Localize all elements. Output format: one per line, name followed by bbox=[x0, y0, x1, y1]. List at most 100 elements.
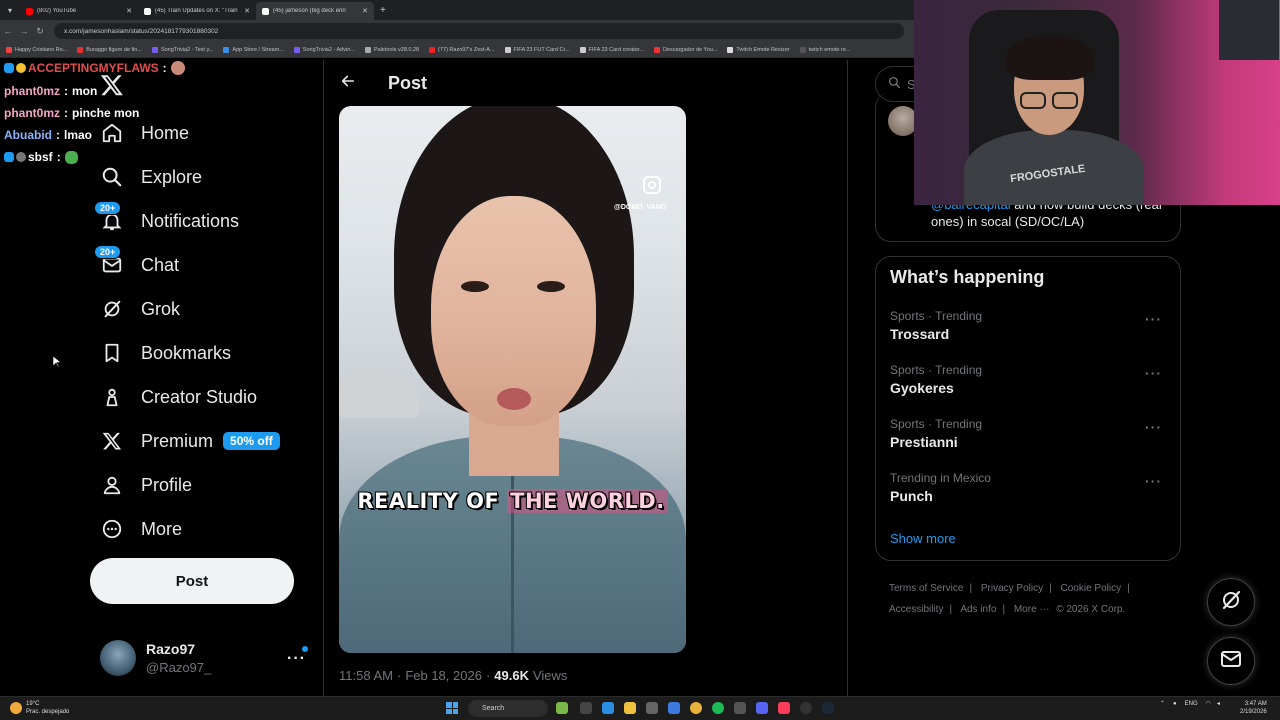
bookmark-item[interactable]: FIFA 23 Card creator... bbox=[579, 46, 644, 53]
post-time[interactable]: 11:58 AM bbox=[339, 668, 393, 683]
bookmark-item[interactable]: SongTrivia2 - Advin... bbox=[293, 46, 355, 53]
discord-icon[interactable] bbox=[756, 702, 768, 714]
windows-start-icon[interactable] bbox=[446, 702, 458, 714]
taskbar-app-icon[interactable] bbox=[646, 702, 658, 714]
trend-item[interactable]: Sports · Trending Prestianni ··· bbox=[890, 417, 1170, 450]
back-arrow-icon[interactable] bbox=[340, 73, 360, 94]
more-dots-icon[interactable]: ··· bbox=[1145, 473, 1162, 489]
music-icon[interactable] bbox=[778, 702, 790, 714]
footer-terms-link[interactable]: Terms of Service bbox=[889, 583, 963, 594]
chat-badge-icon bbox=[4, 152, 14, 162]
x-logo-icon[interactable] bbox=[100, 73, 124, 104]
volume-icon[interactable]: ◂ bbox=[1217, 700, 1220, 707]
bookmark-item[interactable]: (77) Razo97's Zest-A... bbox=[429, 46, 495, 53]
chat-message: pinche mon bbox=[72, 106, 140, 120]
bookmark-item[interactable]: Twitch Emote Resizer bbox=[727, 46, 790, 53]
nav-bookmarks[interactable]: Bookmarks bbox=[100, 338, 231, 368]
bookmark-item[interactable]: twitch emote re... bbox=[799, 46, 851, 53]
bookmark-item[interactable]: FIFA 23 FUT Card Cr... bbox=[504, 46, 570, 53]
language-indicator[interactable]: ENG bbox=[1185, 701, 1198, 707]
nav-more[interactable]: More bbox=[100, 514, 182, 544]
new-tab-button[interactable]: + bbox=[380, 5, 386, 16]
nav-premium[interactable]: Premium 50% off bbox=[100, 426, 280, 456]
video-zipper-shape bbox=[511, 446, 514, 653]
home-icon bbox=[100, 121, 124, 145]
show-more-link[interactable]: Show more bbox=[890, 531, 956, 546]
account-switcher[interactable]: Razo97 @Razo97_ ··· bbox=[100, 638, 312, 678]
bookmark-item[interactable]: Buraggo figure de fin... bbox=[77, 46, 142, 53]
trend-item[interactable]: Sports · Trending Trossard ··· bbox=[890, 309, 1170, 342]
back-nav-icon[interactable]: ← bbox=[0, 26, 16, 36]
obs-icon[interactable] bbox=[800, 702, 812, 714]
chat-badge-icon bbox=[16, 152, 26, 162]
close-tab-icon[interactable]: ✕ bbox=[126, 7, 132, 15]
task-view-icon[interactable] bbox=[580, 702, 592, 714]
chrome-icon[interactable] bbox=[690, 702, 702, 714]
bookmark-item[interactable]: Descargador de You... bbox=[653, 46, 717, 53]
trend-item[interactable]: Trending in Mexico Punch ··· bbox=[890, 471, 1170, 504]
taskbar-app-icon[interactable] bbox=[734, 702, 746, 714]
footer-more-link[interactable]: More ··· bbox=[1014, 604, 1050, 615]
microphone-icon[interactable]: ● bbox=[1173, 701, 1177, 707]
more-dots-icon[interactable]: ··· bbox=[1145, 311, 1162, 327]
taskbar-app-icon[interactable] bbox=[556, 702, 568, 714]
steam-icon[interactable] bbox=[822, 702, 834, 714]
nav-label: Creator Studio bbox=[141, 386, 258, 407]
close-tab-icon[interactable]: ✕ bbox=[362, 7, 368, 15]
chat-badge: 20+ bbox=[94, 245, 122, 259]
chat-line: phant0mz : pinche mon bbox=[4, 106, 139, 120]
more-dots-icon[interactable]: ··· bbox=[1145, 365, 1162, 381]
nav-notifications[interactable]: 20+ Notifications bbox=[94, 201, 239, 236]
trend-name: Trossard bbox=[890, 326, 950, 342]
trend-category: Sports · Trending bbox=[890, 363, 983, 377]
glasses-lens-shape bbox=[1052, 92, 1078, 109]
nav-creator-studio[interactable]: Creator Studio bbox=[100, 382, 257, 412]
bookmark-favicon-icon bbox=[504, 46, 511, 53]
chat-separator: : bbox=[56, 150, 61, 164]
nav-explore[interactable]: Explore bbox=[100, 162, 202, 192]
footer-ads-link[interactable]: Ads info bbox=[960, 604, 996, 615]
browser-tab-x-train[interactable]: (45) Train Updates on X: "Train ✕ bbox=[138, 2, 256, 20]
tab-title: (802) YouTube bbox=[37, 8, 77, 14]
bookmark-item[interactable]: Paletools v28.0.28 bbox=[364, 46, 419, 53]
glasses-lens-shape bbox=[1020, 92, 1046, 109]
video-caption: REALITY OF THE WORLD. bbox=[339, 489, 686, 513]
nav-grok[interactable]: Grok bbox=[100, 294, 180, 324]
taskbar-app-icon[interactable] bbox=[668, 702, 680, 714]
nav-chat[interactable]: 20+ Chat bbox=[94, 245, 179, 280]
bookmark-item[interactable]: App Store / Stream... bbox=[223, 46, 284, 53]
tray-chevron-icon[interactable]: ⌃ bbox=[1160, 700, 1165, 707]
browser-tab-x-jameson[interactable]: (45) jameson (big deck enn ✕ bbox=[256, 2, 374, 20]
reload-icon[interactable]: ↻ bbox=[32, 26, 48, 37]
post-date[interactable]: Feb 18, 2026 bbox=[405, 668, 482, 683]
close-tab-icon[interactable]: ✕ bbox=[244, 7, 250, 15]
bookmark-item[interactable]: Happy Cristiano Ro... bbox=[6, 46, 67, 53]
bookmark-item[interactable]: SongTrivia2 - Test y... bbox=[151, 46, 213, 53]
nav-home[interactable]: Home bbox=[100, 118, 189, 148]
edge-icon[interactable] bbox=[602, 702, 614, 714]
forward-nav-icon[interactable]: → bbox=[16, 26, 32, 36]
more-dots-icon[interactable]: ··· bbox=[1145, 419, 1162, 435]
post-button[interactable]: Post bbox=[90, 558, 294, 604]
more-dots-icon[interactable]: ··· bbox=[287, 650, 306, 668]
footer-privacy-link[interactable]: Privacy Policy bbox=[981, 583, 1043, 594]
footer-accessibility-link[interactable]: Accessibility bbox=[889, 604, 943, 615]
file-explorer-icon[interactable] bbox=[624, 702, 636, 714]
avatar bbox=[100, 640, 136, 676]
messages-floating-button[interactable] bbox=[1207, 637, 1255, 685]
trend-item[interactable]: Sports · Trending Gyokeres ··· bbox=[890, 363, 1170, 396]
taskbar-search[interactable]: Search bbox=[468, 700, 548, 717]
bookmark-favicon-icon bbox=[151, 46, 158, 53]
weather-widget[interactable]: 19°C Prac. despejado bbox=[10, 700, 69, 716]
bookmark-favicon-icon bbox=[429, 46, 436, 53]
video-player[interactable]: @DOMO_VANG REALITY OF THE WORLD. bbox=[339, 106, 686, 653]
system-clock[interactable]: 3:47 AM 2/19/2026 bbox=[1240, 700, 1267, 716]
nav-profile[interactable]: Profile bbox=[100, 470, 192, 500]
footer-cookie-link[interactable]: Cookie Policy bbox=[1061, 583, 1122, 594]
spotify-icon[interactable] bbox=[712, 702, 724, 714]
url-field[interactable]: x.com/jamesonhaslam/status/2024181779301… bbox=[54, 23, 904, 39]
wifi-icon[interactable]: ◠ bbox=[1206, 700, 1211, 707]
tab-search-caret-icon[interactable]: ▾ bbox=[0, 6, 20, 15]
grok-floating-button[interactable] bbox=[1207, 578, 1255, 626]
browser-tab-youtube[interactable]: (802) YouTube ✕ bbox=[20, 2, 138, 20]
